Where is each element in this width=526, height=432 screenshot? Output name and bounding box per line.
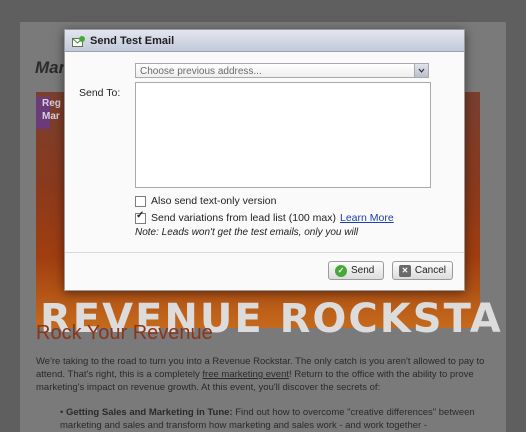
variations-checkbox[interactable] xyxy=(135,210,146,224)
preview-title: Mar xyxy=(35,58,66,77)
text-only-checkbox[interactable] xyxy=(135,195,146,207)
send-to-label: Send To: xyxy=(79,87,121,99)
send-button[interactable]: ✓ Send xyxy=(328,261,384,280)
chevron-down-icon[interactable] xyxy=(414,64,428,77)
send-button-label: Send xyxy=(351,265,375,276)
dialog-divider xyxy=(65,252,464,253)
cancel-button-label: Cancel xyxy=(414,265,446,276)
send-test-email-dialog: Send Test Email Send To: Choose previous… xyxy=(64,29,465,291)
hero-tag: Reg Mar xyxy=(36,97,61,129)
hero-tag-line: Mar xyxy=(42,111,60,122)
select-value: Choose previous address... xyxy=(140,66,262,77)
learn-more-link[interactable]: Learn More xyxy=(340,212,394,224)
previous-address-select[interactable]: Choose previous address... xyxy=(135,63,429,78)
text-only-label: Also send text-only version xyxy=(151,195,277,207)
close-box-icon: ✕ xyxy=(399,264,411,277)
variations-label: Send variations from lead list (100 max) xyxy=(151,212,336,224)
check-circle-icon: ✓ xyxy=(335,264,347,277)
paragraph-link: free marketing event xyxy=(202,369,289,380)
recipients-textarea[interactable] xyxy=(135,82,431,188)
text-only-option[interactable]: Also send text-only version xyxy=(135,195,276,207)
dialog-titlebar: Send Test Email xyxy=(65,30,464,52)
preview-paragraph: We're taking to the road to turn you int… xyxy=(36,355,486,394)
email-icon xyxy=(72,35,85,47)
bullet-title: Getting Sales and Marketing in Tune: xyxy=(65,407,233,418)
preview-heading: Rock Your Revenue xyxy=(36,322,213,344)
preview-bullet: • Getting Sales and Marketing in Tune: F… xyxy=(60,407,475,431)
cancel-button[interactable]: ✕ Cancel xyxy=(392,261,453,280)
hero-tag-line: Reg xyxy=(42,98,61,109)
dialog-title: Send Test Email xyxy=(90,34,175,47)
variations-option[interactable]: Send variations from lead list (100 max)… xyxy=(135,210,394,224)
leads-note: Note: Leads won't get the test emails, o… xyxy=(135,227,359,238)
